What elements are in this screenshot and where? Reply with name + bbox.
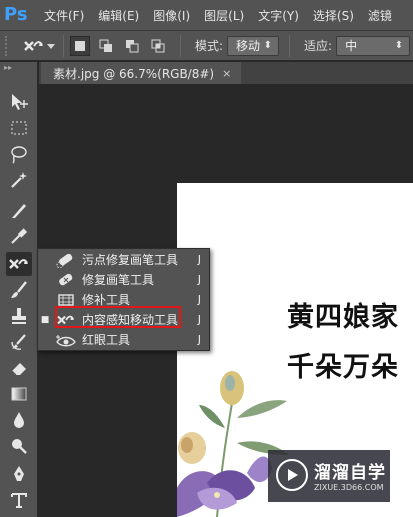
intersect-selection-button[interactable]	[148, 36, 168, 56]
chevron-down-icon	[47, 43, 55, 49]
adapt-value: 中	[345, 39, 358, 53]
adapt-label: 适应:	[304, 39, 333, 53]
watermark-title: 溜溜自学	[314, 463, 386, 483]
document-tab-title: 素材.jpg @ 66.7%(RGB/8#)	[53, 66, 215, 81]
flyout-item-label: 修复画笔工具	[82, 273, 155, 287]
subtract-selection-button[interactable]	[122, 36, 142, 56]
water-drop-icon	[14, 412, 24, 428]
adapt-select[interactable]: 中 ⬍	[336, 35, 411, 56]
document-tab[interactable]: 素材.jpg @ 66.7%(RGB/8#) ×	[41, 62, 241, 84]
eraser-icon	[11, 363, 26, 376]
pen-tool[interactable]	[6, 462, 32, 486]
healing-brush-icon	[54, 271, 78, 289]
collapse-panel-icon[interactable]: ▸▸	[0, 62, 37, 74]
blur-tool[interactable]	[6, 408, 32, 432]
lasso-icon	[11, 146, 27, 164]
options-bar: 模式: 移动 ⬍ 适应: 中 ⬍	[0, 30, 413, 61]
spot-healing-brush-icon	[54, 251, 78, 269]
intersect-selection-icon	[151, 39, 165, 52]
eyedropper-icon	[11, 228, 28, 244]
subtract-selection-icon	[126, 39, 139, 52]
shortcut-key: J	[197, 293, 201, 306]
red-highlight-box	[55, 306, 181, 328]
menu-select[interactable]: 选择(S)	[313, 7, 354, 24]
stamp-icon	[12, 308, 26, 324]
add-selection-icon	[99, 39, 112, 52]
add-to-selection-button[interactable]	[96, 36, 116, 56]
stepper-arrows-icon: ⬍	[263, 39, 273, 51]
tool-preset-picker[interactable]	[23, 35, 57, 57]
divider	[180, 34, 181, 57]
mode-select[interactable]: 移动 ⬍	[227, 35, 280, 56]
slice-knife-icon	[12, 204, 26, 218]
type-tool[interactable]	[6, 488, 32, 512]
stepper-arrows-icon: ⬍	[394, 39, 404, 51]
crop-tool[interactable]	[6, 198, 32, 222]
eyedropper-tool[interactable]	[6, 224, 32, 248]
flyout-item-red-eye[interactable]: 红眼工具 J	[38, 330, 209, 349]
content-aware-move-icon	[24, 40, 43, 51]
dodge-icon	[12, 439, 27, 454]
gradient-tool[interactable]	[6, 382, 32, 406]
gradient-icon	[11, 387, 27, 401]
close-icon[interactable]: ×	[222, 67, 231, 80]
magic-wand-tool[interactable]	[6, 168, 32, 192]
document-tab-bar: 素材.jpg @ 66.7%(RGB/8#) ×	[39, 62, 413, 84]
menu-edit[interactable]: 编辑(E)	[98, 7, 139, 24]
new-selection-button[interactable]	[70, 35, 90, 56]
flyout-item-label: 红眼工具	[82, 333, 131, 347]
menu-type[interactable]: 文字(Y)	[258, 7, 299, 24]
healing-tool-group[interactable]	[6, 252, 32, 276]
rect-marquee-icon	[11, 121, 27, 135]
watermark: 溜溜自学 ZIXUE.3D66.COM	[268, 450, 390, 502]
flyout-item-healing-brush[interactable]: 修复画笔工具 J	[38, 270, 209, 289]
options-bar-grip[interactable]	[5, 35, 9, 56]
magic-wand-icon	[11, 172, 27, 188]
watermark-url: ZIXUE.3D66.COM	[314, 483, 384, 492]
move-icon	[12, 94, 28, 110]
shortcut-key: J	[197, 333, 201, 346]
menu-filter[interactable]: 滤镜	[368, 7, 392, 24]
menu-layer[interactable]: 图层(L)	[204, 7, 244, 24]
menu-image[interactable]: 图像(I)	[153, 7, 190, 24]
red-eye-icon	[54, 331, 78, 349]
divider	[289, 34, 291, 57]
brush-icon	[11, 281, 27, 298]
marquee-tool[interactable]	[6, 116, 32, 140]
play-logo-icon	[276, 459, 308, 491]
shortcut-key: J	[197, 273, 201, 286]
content-aware-move-icon	[9, 259, 28, 269]
menu-file[interactable]: 文件(F)	[44, 7, 84, 24]
tools-panel: ▸▸	[0, 62, 38, 517]
new-selection-icon	[75, 40, 85, 51]
type-icon	[11, 493, 27, 508]
history-brush-tool[interactable]	[6, 330, 32, 354]
selected-bullet-icon: ■	[40, 314, 50, 325]
pen-icon	[14, 466, 24, 481]
dodge-tool[interactable]	[6, 434, 32, 458]
flyout-item-label: 污点修复画笔工具	[82, 253, 179, 267]
shortcut-key: J	[197, 313, 201, 326]
healing-tools-flyout: 污点修复画笔工具 J 修复画笔工具 J 修补工具 J ■ 内容感知移动工具 J …	[37, 248, 210, 351]
divider	[63, 34, 64, 57]
lasso-tool[interactable]	[6, 142, 32, 166]
mode-value: 移动	[236, 39, 261, 53]
flyout-item-spot-healing-brush[interactable]: 污点修复画笔工具 J	[38, 250, 209, 269]
eraser-tool[interactable]	[6, 356, 32, 380]
history-brush-icon	[11, 334, 26, 350]
menu-bar: Ps 文件(F) 编辑(E) 图像(I) 图层(L) 文字(Y) 选择(S) 滤…	[0, 0, 413, 30]
clone-stamp-tool[interactable]	[6, 304, 32, 328]
brush-tool[interactable]	[6, 278, 32, 302]
move-tool[interactable]	[6, 90, 32, 114]
mode-label: 模式:	[195, 39, 224, 53]
shortcut-key: J	[197, 253, 201, 266]
photoshop-logo: Ps	[4, 4, 28, 25]
